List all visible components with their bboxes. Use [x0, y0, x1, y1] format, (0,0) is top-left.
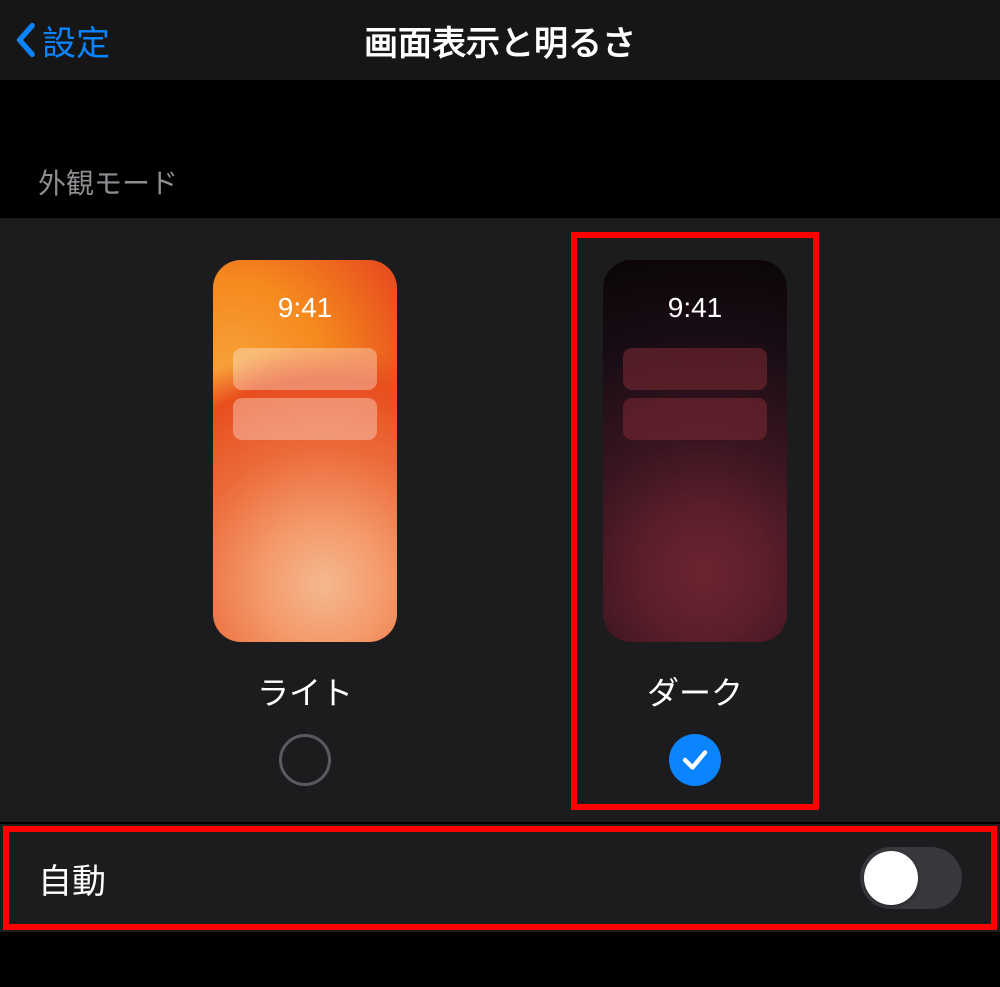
preview-card [233, 398, 377, 440]
chevron-left-icon [14, 22, 36, 58]
checkmark-icon [680, 745, 710, 775]
auto-toggle-row: 自動 [0, 824, 1000, 932]
radio-unselected[interactable] [279, 734, 331, 786]
highlight-box [3, 826, 997, 930]
preview-card [623, 398, 767, 440]
back-label: 設定 [42, 16, 110, 65]
preview-card [233, 348, 377, 390]
navigation-header: 設定 画面表示と明るさ [0, 0, 1000, 80]
toggle-knob [864, 851, 918, 905]
appearance-option-light[interactable]: 9:41 ライト [195, 260, 415, 786]
auto-toggle[interactable] [860, 847, 962, 909]
auto-label: 自動 [38, 854, 106, 903]
light-label: ライト [257, 668, 353, 714]
light-preview: 9:41 [213, 260, 397, 642]
appearance-option-dark[interactable]: 9:41 ダーク [585, 260, 805, 786]
preview-time: 9:41 [603, 292, 787, 324]
spacer [0, 80, 1000, 148]
preview-card [623, 348, 767, 390]
appearance-section-header: 外観モード [0, 148, 1000, 218]
dark-preview: 9:41 [603, 260, 787, 642]
radio-selected[interactable] [669, 734, 721, 786]
dark-label: ダーク [647, 668, 743, 714]
preview-time: 9:41 [213, 292, 397, 324]
page-title: 画面表示と明るさ [364, 16, 636, 65]
appearance-options-row: 9:41 ライト 9:41 ダーク [0, 218, 1000, 822]
back-button[interactable]: 設定 [0, 16, 110, 65]
